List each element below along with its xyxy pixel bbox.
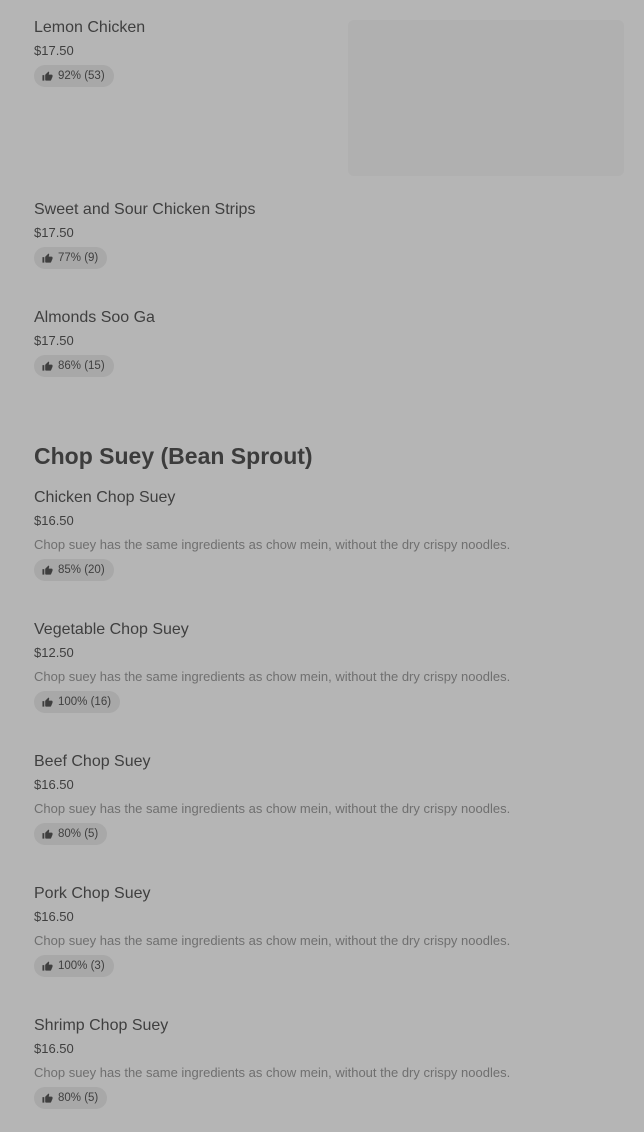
rating-text: 92% (53) <box>58 70 105 82</box>
item-price: $12.50 <box>34 645 74 660</box>
menu-item-lemon-chicken[interactable]: Lemon Chicken $17.50 92% (53) <box>34 18 334 87</box>
rating-badge: 80% (5) <box>34 1087 108 1109</box>
rating-badge: 92% (53) <box>34 65 114 87</box>
section-title: Chop Suey (Bean Sprout) <box>34 443 313 469</box>
item-name: Chicken Chop Suey <box>34 489 176 506</box>
thumbs-up-icon <box>42 564 53 575</box>
item-name: Almonds Soo Ga <box>34 309 155 326</box>
rating-badge: 80% (5) <box>34 823 108 845</box>
item-price: $16.50 <box>34 513 74 528</box>
rating-badge: 85% (20) <box>34 559 114 581</box>
item-description: Chop suey has the same ingredients as ch… <box>34 801 511 816</box>
thumbs-up-icon <box>42 360 53 371</box>
item-name: Vegetable Chop Suey <box>34 621 189 638</box>
item-name: Shrimp Chop Suey <box>34 1017 169 1034</box>
menu-item-vegetable-chop-suey[interactable]: Vegetable Chop Suey $12.50 Chop suey has… <box>34 620 624 713</box>
thumbs-up-icon <box>42 828 53 839</box>
thumbs-up-icon <box>42 960 53 971</box>
rating-badge: 86% (15) <box>34 355 114 377</box>
thumbs-up-icon <box>42 696 53 707</box>
item-name: Sweet and Sour Chicken Strips <box>34 201 256 218</box>
item-description: Chop suey has the same ingredients as ch… <box>34 537 511 552</box>
item-name: Beef Chop Suey <box>34 753 151 770</box>
rating-text: 100% (16) <box>58 696 112 708</box>
item-name: Lemon Chicken <box>34 19 146 36</box>
rating-text: 100% (3) <box>58 960 105 972</box>
thumbs-up-icon <box>42 70 53 81</box>
rating-text: 77% (9) <box>58 252 99 264</box>
item-description: Chop suey has the same ingredients as ch… <box>34 933 511 948</box>
rating-text: 80% (5) <box>58 828 99 840</box>
menu-item-pork-chop-suey[interactable]: Pork Chop Suey $16.50 Chop suey has the … <box>34 884 624 977</box>
menu-item-sweet-sour-chicken-strips[interactable]: Sweet and Sour Chicken Strips $17.50 77%… <box>34 200 624 269</box>
item-description: Chop suey has the same ingredients as ch… <box>34 669 511 684</box>
item-price: $16.50 <box>34 777 74 792</box>
item-price: $16.50 <box>34 1041 74 1056</box>
rating-text: 85% (20) <box>58 564 105 576</box>
rating-text: 80% (5) <box>58 1092 99 1104</box>
item-price: $16.50 <box>34 909 74 924</box>
rating-text: 86% (15) <box>58 360 105 372</box>
rating-badge: 100% (3) <box>34 955 114 977</box>
rating-badge: 77% (9) <box>34 247 108 269</box>
item-price: $17.50 <box>34 333 74 348</box>
menu-item-beef-chop-suey[interactable]: Beef Chop Suey $16.50 Chop suey has the … <box>34 752 624 845</box>
item-price: $17.50 <box>34 43 74 58</box>
item-description: Chop suey has the same ingredients as ch… <box>34 1065 511 1080</box>
menu-item-almonds-soo-ga[interactable]: Almonds Soo Ga $17.50 86% (15) <box>34 308 624 377</box>
item-price: $17.50 <box>34 225 74 240</box>
thumbs-up-icon <box>42 252 53 263</box>
item-image-placeholder[interactable] <box>348 20 624 176</box>
rating-badge: 100% (16) <box>34 691 121 713</box>
menu-item-shrimp-chop-suey[interactable]: Shrimp Chop Suey $16.50 Chop suey has th… <box>34 1016 624 1109</box>
item-name: Pork Chop Suey <box>34 885 151 902</box>
menu-item-chicken-chop-suey[interactable]: Chicken Chop Suey $16.50 Chop suey has t… <box>34 488 624 581</box>
thumbs-up-icon <box>42 1092 53 1103</box>
